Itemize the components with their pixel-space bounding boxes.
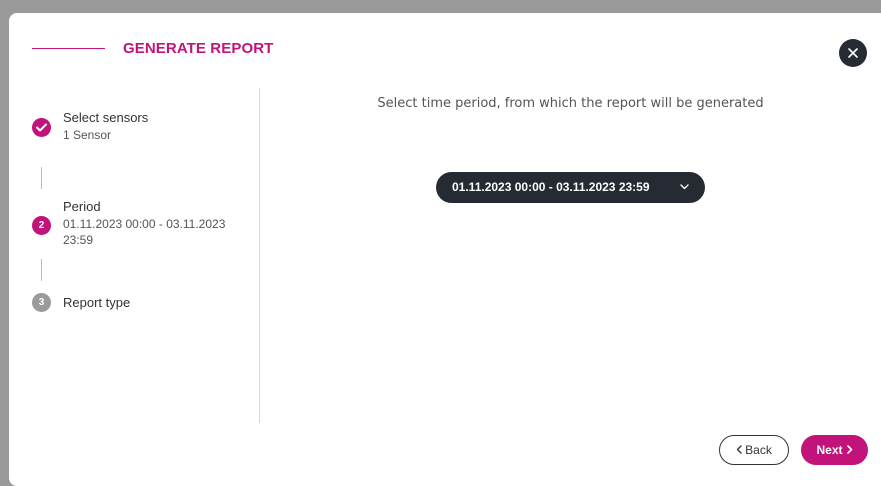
back-label: Back bbox=[745, 443, 772, 457]
step-title: Report type bbox=[63, 295, 131, 310]
title-decoration-line bbox=[32, 48, 105, 49]
close-button[interactable] bbox=[839, 39, 867, 67]
step-done-icon bbox=[32, 118, 51, 137]
step-number-badge: 2 bbox=[32, 216, 51, 235]
step-connector bbox=[41, 167, 42, 189]
next-button[interactable]: Next bbox=[801, 435, 868, 465]
wizard-steps: Select sensors 1 Sensor 2 Period 01.11.2… bbox=[9, 88, 260, 423]
step-title: Period bbox=[63, 199, 101, 214]
step-subtitle: 01.11.2023 00:00 - 03.11.2023 23:59 bbox=[63, 217, 226, 247]
close-icon bbox=[848, 48, 858, 58]
chevron-left-icon bbox=[736, 445, 742, 454]
step-number-badge: 3 bbox=[32, 293, 51, 312]
step-title: Select sensors bbox=[63, 110, 149, 125]
step-connector bbox=[41, 259, 42, 281]
check-icon bbox=[36, 123, 47, 132]
period-instruction: Select time period, from which the repor… bbox=[377, 96, 764, 111]
step-subtitle: 1 Sensor bbox=[63, 128, 112, 142]
dialog-header: GENERATE REPORT bbox=[9, 13, 881, 83]
period-dropdown[interactable]: 01.11.2023 00:00 - 03.11.2023 23:59 bbox=[436, 172, 705, 203]
period-value: 01.11.2023 00:00 - 03.11.2023 23:59 bbox=[452, 180, 650, 194]
dialog-title: GENERATE REPORT bbox=[123, 40, 274, 57]
back-button[interactable]: Back bbox=[719, 435, 789, 465]
chevron-right-icon bbox=[846, 445, 852, 454]
generate-report-dialog: GENERATE REPORT Select sensors 1 Sensor … bbox=[9, 13, 881, 486]
chevron-down-icon bbox=[680, 184, 689, 190]
next-label: Next bbox=[816, 443, 843, 457]
